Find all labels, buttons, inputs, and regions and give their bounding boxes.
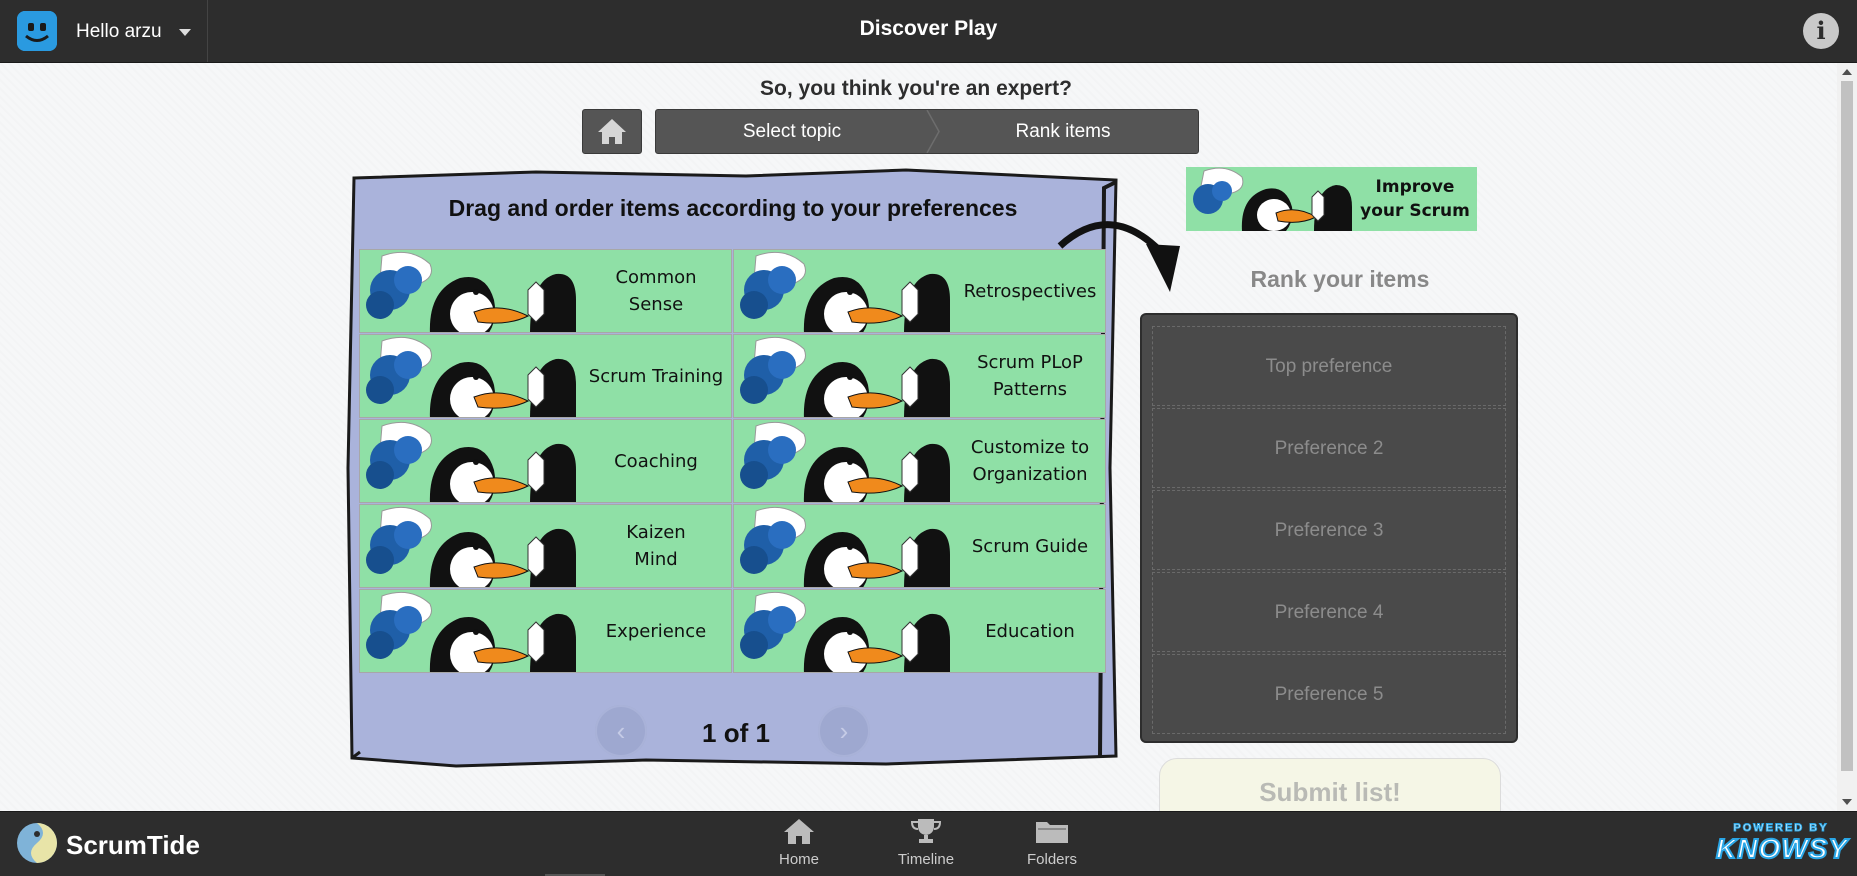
nav-folders[interactable]: Folders bbox=[1002, 818, 1102, 868]
trophy-icon bbox=[910, 819, 942, 843]
penguin-icon bbox=[1193, 167, 1352, 231]
top-bar: Hello arzu Discover Play i bbox=[0, 0, 1857, 63]
penguin-icon bbox=[740, 251, 950, 332]
scroll-down-arrow-icon[interactable] bbox=[1842, 799, 1852, 805]
improve-scrum-banner: Improve your Scrum bbox=[1186, 167, 1477, 231]
item-tile[interactable]: Scrum Guide bbox=[733, 504, 1106, 588]
penguin-icon bbox=[740, 591, 950, 672]
home-icon bbox=[784, 819, 814, 844]
nav-label: Folders bbox=[1026, 851, 1078, 868]
scroll-up-arrow-icon[interactable] bbox=[1842, 69, 1852, 75]
item-label: Customize to Organization bbox=[970, 437, 1090, 485]
item-label: Education bbox=[985, 620, 1075, 642]
rank-slot[interactable]: Top preference bbox=[1152, 326, 1506, 406]
folder-icon bbox=[1036, 822, 1068, 843]
nav-home[interactable]: Home bbox=[749, 818, 849, 868]
items-board: Drag and order items according to your p… bbox=[346, 168, 1120, 771]
penguin-icon bbox=[366, 251, 576, 332]
nav-label: Timeline bbox=[897, 851, 955, 868]
item-label: Scrum Training bbox=[588, 365, 724, 387]
item-label: Experience bbox=[605, 620, 707, 642]
user-greeting[interactable]: Hello arzu bbox=[76, 21, 162, 43]
penguin-icon bbox=[366, 336, 576, 417]
item-tile[interactable]: Common Sense bbox=[359, 249, 732, 333]
rank-slot[interactable]: Preference 3 bbox=[1152, 490, 1506, 570]
knowsy-logo-text: KNOWSY bbox=[1715, 833, 1848, 865]
avatar[interactable] bbox=[17, 11, 57, 51]
step-breadcrumb: Select topic Rank items bbox=[655, 109, 1199, 154]
rank-drop-panel: Top preference Preference 2 Preference 3… bbox=[1140, 313, 1518, 743]
rank-slot[interactable]: Preference 2 bbox=[1152, 408, 1506, 488]
chevron-right-icon[interactable]: › bbox=[818, 705, 870, 757]
penguin-icon bbox=[366, 506, 576, 587]
item-label: Scrum Guide bbox=[971, 535, 1089, 557]
nav-timeline[interactable]: Timeline bbox=[876, 818, 976, 868]
item-label: Scrum PLoP Patterns bbox=[977, 352, 1083, 400]
item-tile[interactable]: Experience bbox=[359, 589, 732, 673]
step-select-topic[interactable]: Select topic bbox=[656, 110, 928, 153]
nav-label: Home bbox=[778, 851, 819, 868]
chevron-left-icon[interactable]: ‹ bbox=[595, 705, 647, 757]
bottom-bar: ScrumTide Home Timeline Folders POWERED … bbox=[0, 811, 1857, 876]
home-icon bbox=[598, 119, 626, 144]
scroll-thumb[interactable] bbox=[1841, 81, 1853, 771]
penguin-icon bbox=[740, 336, 950, 417]
penguin-icon bbox=[366, 421, 576, 502]
pagination: ‹ 1 of 1 › bbox=[346, 705, 1120, 759]
page-title: Discover Play bbox=[859, 17, 998, 40]
item-label: Common Sense bbox=[615, 267, 697, 315]
smiley-face-icon bbox=[17, 11, 57, 51]
home-button[interactable] bbox=[582, 109, 642, 154]
banner-text: Improve your Scrum bbox=[1360, 177, 1470, 221]
info-icon[interactable]: i bbox=[1803, 13, 1839, 49]
scrollbar[interactable] bbox=[1837, 63, 1857, 811]
penguin-icon bbox=[366, 591, 576, 672]
chevron-down-icon[interactable] bbox=[179, 29, 191, 36]
item-label: Kaizen Mind bbox=[626, 522, 686, 570]
rank-title: Rank your items bbox=[1250, 266, 1430, 292]
board-title: Drag and order items according to your p… bbox=[448, 195, 1018, 221]
page-indicator: 1 of 1 bbox=[702, 718, 770, 748]
penguin-icon bbox=[740, 506, 950, 587]
user-menu[interactable]: Hello arzu bbox=[0, 0, 208, 62]
step-rank-items[interactable]: Rank items bbox=[928, 110, 1198, 153]
scrumtide-logo-icon[interactable] bbox=[15, 821, 59, 865]
item-tile[interactable]: Education bbox=[733, 589, 1106, 673]
headline: So, you think you're an expert? bbox=[760, 77, 1072, 100]
item-label: Coaching bbox=[614, 450, 698, 472]
brand-name: ScrumTide bbox=[66, 830, 200, 860]
powered-by-knowsy-logo[interactable]: POWERED BY KNOWSY bbox=[1715, 822, 1848, 868]
item-tile[interactable]: Coaching bbox=[359, 419, 732, 503]
rank-slot[interactable]: Preference 5 bbox=[1152, 654, 1506, 734]
rank-slot[interactable]: Preference 4 bbox=[1152, 572, 1506, 652]
item-tile[interactable]: Kaizen Mind bbox=[359, 504, 732, 588]
item-tile[interactable]: Customize to Organization bbox=[733, 419, 1106, 503]
item-tile[interactable]: Scrum PLoP Patterns bbox=[733, 334, 1106, 418]
penguin-icon bbox=[740, 421, 950, 502]
item-tile[interactable]: Scrum Training bbox=[359, 334, 732, 418]
